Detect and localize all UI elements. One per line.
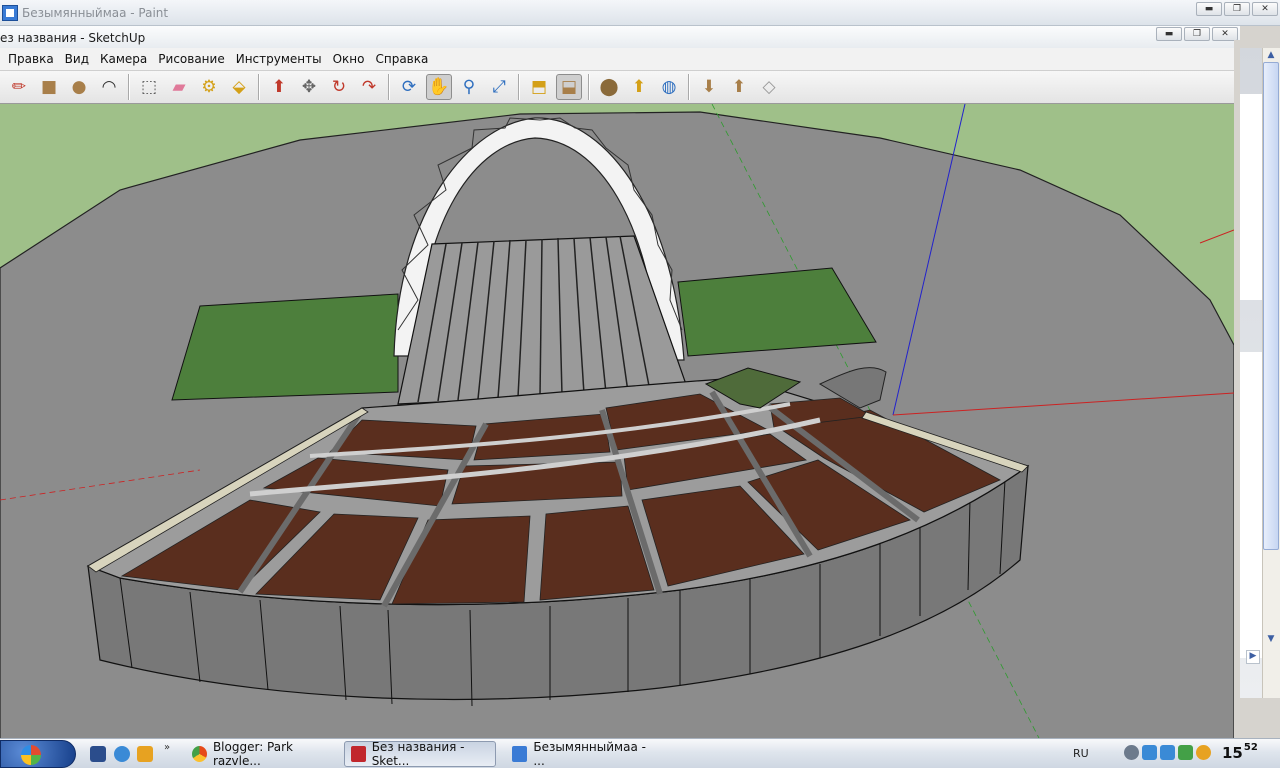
zoom-icon[interactable]: ⚲ <box>456 74 482 100</box>
paint-close-button[interactable]: ✕ <box>1252 2 1278 16</box>
toolbar-separator <box>258 74 260 100</box>
sketchup-window-title: ез названия - SketchUp <box>0 31 146 45</box>
task-label: Blogger: Park razvle... <box>212 740 293 768</box>
red-axis-far <box>1199 229 1234 244</box>
add-location-icon[interactable]: ⬤ <box>596 74 622 100</box>
volume-icon[interactable] <box>1124 745 1139 760</box>
menu-help[interactable]: Справка <box>375 52 434 66</box>
model-viewport[interactable] <box>0 104 1234 740</box>
sketchup-maximize-button[interactable]: ❐ <box>1184 27 1210 41</box>
push-pull-icon[interactable]: ⬆ <box>266 74 292 100</box>
download-icon[interactable] <box>1178 745 1193 760</box>
internet-explorer-icon[interactable] <box>114 746 130 762</box>
model-scene <box>0 104 1234 740</box>
share-component-icon[interactable]: ◇ <box>756 74 782 100</box>
move-icon[interactable]: ✥ <box>296 74 322 100</box>
windows-logo-icon <box>21 745 41 765</box>
follow-me-icon[interactable]: ↷ <box>356 74 382 100</box>
paint-app-icon <box>2 5 18 21</box>
rotate-icon[interactable]: ↻ <box>326 74 352 100</box>
network-icon-2[interactable] <box>1160 745 1175 760</box>
tape-measure-icon[interactable]: ⚙ <box>196 74 222 100</box>
sketchup-icon <box>351 746 366 762</box>
walk-icon[interactable]: ⬓ <box>556 74 582 100</box>
toolbar-separator <box>518 74 520 100</box>
clock-hour: 15 <box>1222 744 1243 762</box>
paint-window-controls: ▬ ❐ ✕ <box>1196 2 1278 16</box>
paint-maximize-button[interactable]: ❐ <box>1224 2 1250 16</box>
task-label: Без названия - Sket... <box>371 740 465 768</box>
menu-draw[interactable]: Рисование <box>158 52 230 66</box>
paint-canvas-strip <box>1240 94 1262 300</box>
paint-bucket-icon[interactable]: ⬙ <box>226 74 252 100</box>
scroll-down-button[interactable]: ▼ <box>1263 632 1279 646</box>
scrollbar-thumb[interactable] <box>1263 62 1279 550</box>
paint-title-bar: Безымянныймаа - Paint ▬ ❐ ✕ <box>0 0 1280 26</box>
paint-minimize-button[interactable]: ▬ <box>1196 2 1222 16</box>
sketchup-close-button[interactable]: ✕ <box>1212 27 1238 41</box>
eraser-icon[interactable]: ▰ <box>166 74 192 100</box>
pencil-icon[interactable]: ✏ <box>6 74 32 100</box>
toolbar: ✏ ■ ● ◠ ⬚ ▰ ⚙ ⬙ ⬆ ✥ ↻ ↷ ⟳ ✋ ⚲ ⤢ ⬒ ⬓ ⬤ ⬆ ◍ ⬇ ⬆ ◇ <box>0 70 1240 104</box>
menu-tools[interactable]: Инструменты <box>236 52 328 66</box>
paint-icon <box>512 746 528 762</box>
system-tray <box>1124 745 1211 760</box>
task-sketchup[interactable]: Без названия - Sket... <box>344 740 496 768</box>
zoom-extents-icon[interactable]: ⤢ <box>486 74 512 100</box>
arc-icon[interactable]: ◠ <box>96 74 122 100</box>
sketchup-window-controls: ▬ ❐ ✕ <box>1156 27 1238 41</box>
toolbar-separator <box>688 74 690 100</box>
menu-bar: Правка Вид Камера Рисование Инструменты … <box>0 48 1240 70</box>
sketchup-title-bar: ез названия - SketchUp ▬ ❐ ✕ <box>0 26 1240 48</box>
media-player-icon[interactable] <box>137 746 153 762</box>
toolbar-separator <box>388 74 390 100</box>
network-icon[interactable] <box>1142 745 1157 760</box>
task-paint[interactable]: Безымянныймаа - ... <box>506 740 656 768</box>
menu-window[interactable]: Окно <box>333 52 371 66</box>
circle-icon[interactable]: ● <box>66 74 92 100</box>
sketchup-minimize-button[interactable]: ▬ <box>1156 27 1182 41</box>
menu-camera[interactable]: Камера <box>100 52 153 66</box>
rectangle-icon[interactable]: ■ <box>36 74 62 100</box>
toolbar-separator <box>128 74 130 100</box>
chrome-icon <box>192 746 207 762</box>
task-blogger[interactable]: Blogger: Park razvle... <box>186 740 336 768</box>
scroll-up-button[interactable]: ▲ <box>1263 48 1279 62</box>
paint-canvas-strip-lower <box>1240 352 1262 658</box>
orbit-icon[interactable]: ⟳ <box>396 74 422 100</box>
language-indicator[interactable]: RU <box>1073 747 1089 760</box>
vertical-scrollbar[interactable]: ▲ ▼ ▶ <box>1240 48 1280 740</box>
taskbar: » Blogger: Park razvle... Без названия -… <box>0 738 1280 768</box>
task-label: Безымянныймаа - ... <box>533 740 646 768</box>
show-desktop-icon[interactable] <box>90 746 106 762</box>
menu-view[interactable]: Вид <box>65 52 95 66</box>
toggle-terrain-icon[interactable]: ⬆ <box>626 74 652 100</box>
google-earth-icon[interactable]: ◍ <box>656 74 682 100</box>
update-icon[interactable] <box>1196 745 1211 760</box>
quick-launch-more[interactable]: » <box>164 742 170 753</box>
start-button[interactable] <box>0 740 76 768</box>
menu-edit[interactable]: Правка <box>8 52 60 66</box>
share-model-icon[interactable]: ⬆ <box>726 74 752 100</box>
clock[interactable]: 1552 <box>1222 742 1258 762</box>
left-lawn <box>171 293 399 401</box>
pan-icon[interactable]: ✋ <box>426 74 452 100</box>
position-camera-icon[interactable]: ⬒ <box>526 74 552 100</box>
get-models-icon[interactable]: ⬇ <box>696 74 722 100</box>
scroll-right-button[interactable]: ▶ <box>1246 650 1260 664</box>
clock-minute: 52 <box>1243 742 1258 753</box>
paint-window-title: Безымянныймаа - Paint <box>22 6 169 20</box>
select-icon[interactable]: ⬚ <box>136 74 162 100</box>
toolbar-separator <box>588 74 590 100</box>
